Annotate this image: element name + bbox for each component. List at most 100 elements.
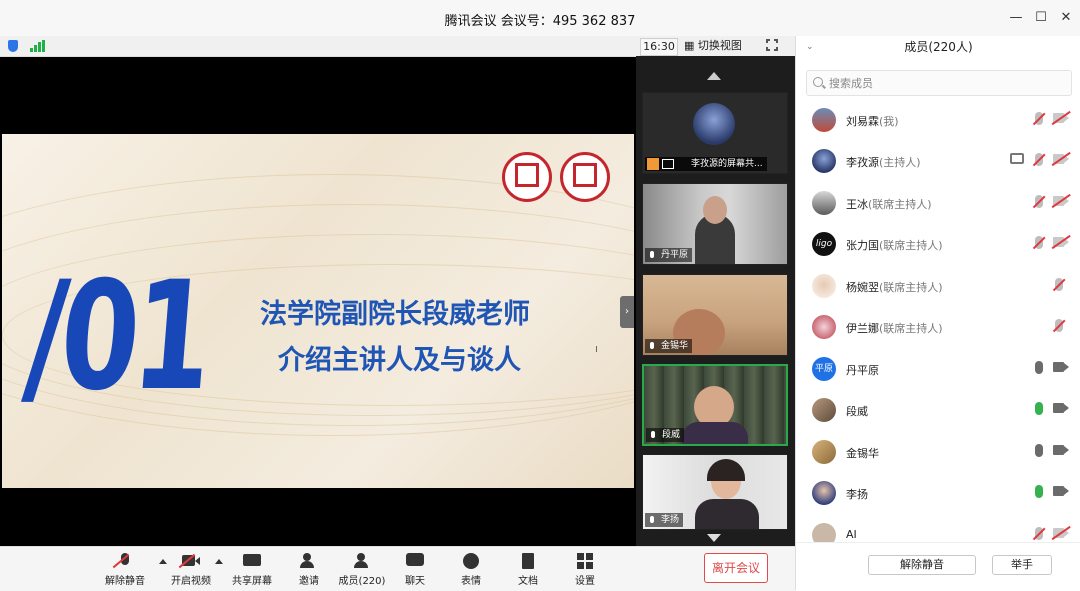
thumbnail-participant[interactable]: 金锡华 [642,274,788,356]
share-screen-label: 共享屏幕 [232,576,272,587]
member-name-text: 刘易霖 [846,115,879,128]
member-name: 段威 [846,403,868,419]
avatar: 平原 [812,357,836,381]
unmute-button[interactable]: 解除静音 [95,553,155,587]
start-video-label: 开启视频 [171,576,211,587]
maximize-icon[interactable]: ☐ [1031,8,1051,28]
microphone-muted-icon[interactable] [1055,319,1063,332]
raise-hand-button[interactable]: 举手 [992,555,1052,575]
chat-label: 聊天 [405,576,425,587]
network-signal-icon[interactable] [30,40,46,52]
thumbnail-screen-share[interactable]: 李孜源的屏幕共... [642,92,788,174]
slide-heading-line1: 法学院副院长段威老师 [260,299,530,330]
scroll-up-arrow-icon[interactable] [707,72,721,80]
members-panel-title: 成员(220人) [904,40,973,54]
scroll-down-arrow-icon[interactable] [707,534,721,542]
invite-button[interactable]: 邀请 [279,553,339,587]
member-name: 张力国(联席主持人) [846,237,943,253]
leave-meeting-button[interactable]: 离开会议 [704,553,768,583]
chevron-down-icon[interactable]: ⌄ [806,36,814,58]
switch-view-button[interactable]: ▦ 切换视图 [684,38,742,54]
settings-grid-icon [576,553,594,569]
screen-share-icon[interactable] [1010,153,1024,164]
member-name-text: AI [846,528,857,541]
avatar [812,315,836,339]
share-screen-button[interactable]: 共享屏幕 [222,553,282,587]
member-name: 丹平原 [846,362,879,378]
microphone-muted-icon[interactable] [1035,236,1043,249]
microphone-muted-icon[interactable] [1035,112,1043,125]
reaction-button[interactable]: 表情 [441,553,501,587]
microphone-icon[interactable] [1035,444,1043,457]
avatar [812,523,836,542]
member-search-box[interactable] [806,70,1072,96]
member-row[interactable]: 王冰(联席主持人) [796,183,1080,223]
member-row[interactable]: 伊兰娜(联席主持人) [796,307,1080,347]
participant-figure [682,422,748,444]
avatar: ligo [812,232,836,256]
microphone-muted-icon[interactable] [1035,153,1043,166]
camera-off-icon[interactable] [1053,528,1064,538]
collapse-thumbnails-button[interactable]: › [620,296,634,328]
camera-off-icon[interactable] [1053,113,1064,123]
camera-icon[interactable] [1053,486,1064,496]
thumbnail-label: 李扬 [645,513,684,527]
member-name-text: 王冰 [846,198,868,211]
close-icon[interactable]: ✕ [1056,8,1076,28]
camera-off-icon[interactable] [1053,154,1064,164]
camera-icon[interactable] [1053,445,1064,455]
member-name: 金锡华 [846,445,879,461]
start-video-button[interactable]: 开启视频 [161,553,221,587]
member-row[interactable]: AI [796,515,1080,542]
fullscreen-icon[interactable] [765,38,779,52]
avatar [812,149,836,173]
avatar [812,108,836,132]
members-button[interactable]: 成员(220) [332,553,392,587]
meeting-clock: 16:30 [640,38,678,56]
member-name: 刘易霖(我) [846,113,899,129]
camera-off-icon[interactable] [1053,237,1064,247]
microphone-muted-icon[interactable] [1035,195,1043,208]
minimize-icon[interactable]: — [1006,8,1026,28]
member-name-text: 段威 [846,405,868,418]
avatar [812,398,836,422]
camera-icon[interactable] [1053,362,1064,372]
microphone-muted-icon[interactable] [1055,278,1063,291]
avatar [812,274,836,298]
chat-icon [406,553,424,569]
member-row[interactable]: 刘易霖(我) [796,100,1080,140]
settings-button[interactable]: 设置 [555,553,615,587]
grid-icon: ▦ [684,39,695,52]
microphone-active-icon[interactable] [1035,485,1043,498]
video-thumbnail-strip: 李孜源的屏幕共... 丹平原 金锡华 段威 李扬 [636,56,795,546]
thumbnail-label: 丹平原 [645,248,693,262]
thumbnail-label: 段威 [646,428,685,442]
member-role: (主持人) [879,156,921,169]
thumbnail-active-speaker[interactable]: 段威 [642,364,788,446]
microphone-icon[interactable] [1035,361,1043,374]
camera-off-icon[interactable] [1053,196,1064,206]
thumbnail-participant[interactable]: 丹平原 [642,183,788,265]
member-row[interactable]: 杨婉翌(联席主持人) [796,266,1080,306]
member-row[interactable]: 李孜源(主持人) [796,141,1080,181]
member-row[interactable]: 段威 [796,390,1080,430]
members-label: 成员(220) [338,576,386,587]
member-row[interactable]: ligo 张力国(联席主持人) [796,224,1080,264]
reaction-label: 表情 [461,576,481,587]
camera-icon[interactable] [1053,403,1064,413]
unmute-all-button[interactable]: 解除静音 [868,555,976,575]
member-row[interactable]: 李扬 [796,473,1080,513]
member-row[interactable]: 平原 丹平原 [796,349,1080,389]
thumbnail-name: 李扬 [661,515,680,525]
member-row[interactable]: 金锡华 [796,432,1080,472]
avatar [812,440,836,464]
security-shield-icon[interactable] [8,40,18,52]
search-icon [813,77,823,87]
microphone-active-icon[interactable] [1035,402,1043,415]
thumbnail-label: 李孜源的屏幕共... [645,157,767,171]
chat-button[interactable]: 聊天 [385,553,445,587]
documents-button[interactable]: 文档 [498,553,558,587]
thumbnail-participant[interactable]: 李扬 [642,454,788,530]
member-search-input[interactable] [827,74,1061,92]
microphone-muted-icon[interactable] [1035,527,1043,540]
